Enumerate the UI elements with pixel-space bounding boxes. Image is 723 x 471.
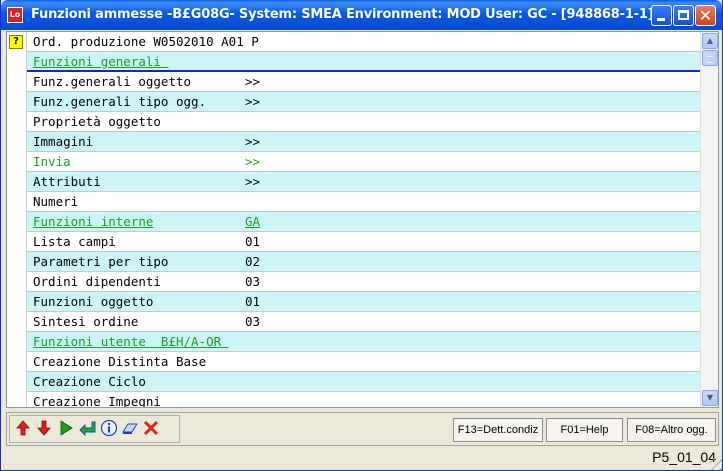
eraser-button[interactable] <box>120 419 140 439</box>
row-gutter: ? <box>7 32 27 407</box>
f01-help-button[interactable]: F01=Help <box>546 418 623 442</box>
list-item-code: GA <box>245 214 261 229</box>
list-item-label: Creazione Impegni <box>33 394 161 408</box>
list-item-label: Creazione Ciclo <box>33 374 146 389</box>
info-button[interactable] <box>99 419 119 439</box>
list-item-label: Ordini dipendenti <box>33 274 161 289</box>
list-item-label: Funzioni interne <box>33 214 154 229</box>
list-item-label: Attributi <box>33 174 101 189</box>
maximize-icon <box>678 10 689 20</box>
list-item-section-funzioni-interne[interactable]: Funzioni interne GA <box>27 212 700 232</box>
list-item-code: >> <box>245 74 261 89</box>
list-item[interactable]: Immagini >> <box>27 132 700 152</box>
title-bar[interactable]: Lo Funzioni ammesse -B£G08G- System: SME… <box>1 0 722 30</box>
list-item-label: Proprietà oggetto <box>33 114 161 129</box>
list-item-label: Numeri <box>33 194 79 209</box>
return-arrow-icon <box>79 421 96 437</box>
scroll-down-arrow-icon[interactable]: ▼ <box>702 390 718 406</box>
list-item-code: 01 <box>245 234 261 249</box>
list-item[interactable]: Sintesi ordine 03 <box>27 312 700 332</box>
list-item-section-funzioni-utente[interactable]: Funzioni utente B£H/A-OR <box>27 332 700 352</box>
list-item[interactable]: Lista campi 01 <box>27 232 700 252</box>
f08-altro-ogg-button[interactable]: F08=Altro ogg. <box>627 418 716 442</box>
list-item-code: >> <box>245 174 261 189</box>
list-item-label: Parametri per tipo <box>33 254 169 269</box>
list-item-label: Sintesi ordine <box>33 314 139 329</box>
list-item-label: Funz.generali oggetto <box>33 74 192 89</box>
list-item-label: Funzioni generali <box>33 54 169 69</box>
list-rows: Ord. produzione W0502010 A01 P Funzioni … <box>27 32 700 408</box>
minimize-button[interactable] <box>651 5 672 26</box>
status-code: P5_01_04 <box>652 449 716 465</box>
arrow-up-red-button[interactable] <box>13 419 33 439</box>
minimize-icon <box>657 18 665 21</box>
scroll-up-arrow-icon[interactable]: ▲ <box>702 33 718 49</box>
play-button[interactable] <box>56 419 76 439</box>
f13-dett-condiz-button[interactable]: F13=Dett.condiz <box>453 418 543 442</box>
resize-grip-icon[interactable] <box>710 458 722 470</box>
bottom-toolbar: F13=Dett.condiz F01=Help F08=Altro ogg. <box>6 412 719 446</box>
eraser-icon <box>122 423 138 434</box>
list-item-label: Creazione Distinta Base <box>33 354 207 369</box>
red-x-icon <box>143 420 159 436</box>
list-item-label: Funz.generali tipo ogg. <box>33 94 207 109</box>
help-question-icon[interactable]: ? <box>9 35 23 49</box>
list-item-label: Invia <box>33 154 71 169</box>
list-item[interactable]: Funzioni oggetto 01 <box>27 292 700 312</box>
scrollbar-thumb[interactable] <box>702 50 718 66</box>
list-item-label: Lista campi <box>33 234 116 249</box>
list-item[interactable]: Invia >> <box>27 152 700 172</box>
list-item[interactable]: Creazione Ciclo <box>27 372 700 392</box>
list-item[interactable]: Ordini dipendenti 03 <box>27 272 700 292</box>
close-button[interactable]: ✕ <box>695 5 716 26</box>
play-icon <box>60 420 73 436</box>
arrow-down-red-button[interactable] <box>34 419 54 439</box>
status-bar: P5_01_04 <box>1 447 722 470</box>
application-window: Lo Funzioni ammesse -B£G08G- System: SME… <box>0 0 723 471</box>
arrow-up-icon <box>16 420 30 436</box>
maximize-button[interactable] <box>673 5 694 26</box>
header-text: Ord. produzione W0502010 A01 P <box>33 34 259 49</box>
list-item[interactable]: Attributi >> <box>27 172 700 192</box>
list-item-section-funzioni-generali[interactable]: Funzioni generali <box>27 52 700 72</box>
list-item[interactable]: Creazione Impegni <box>27 392 700 408</box>
list-item[interactable]: Funz.generali tipo ogg. >> <box>27 92 700 112</box>
list-item-label: Immagini <box>33 134 94 149</box>
list-item-code: 01 <box>245 294 261 309</box>
info-icon <box>100 419 118 437</box>
list-item-code: 03 <box>245 314 261 329</box>
list-item-label: Funzioni utente B£H/A-OR <box>33 334 229 349</box>
list-item[interactable]: Numeri <box>27 192 700 212</box>
list-item-code: >> <box>245 94 261 109</box>
list-item[interactable]: Creazione Distinta Base <box>27 352 700 372</box>
list-header: Ord. produzione W0502010 A01 P <box>27 32 700 52</box>
close-icon: ✕ <box>698 6 713 25</box>
function-list[interactable]: ? Ord. produzione W0502010 A01 P Funzion… <box>6 31 719 408</box>
cancel-button[interactable] <box>141 419 161 439</box>
list-item[interactable]: Parametri per tipo 02 <box>27 252 700 272</box>
return-arrow-button[interactable] <box>77 419 97 439</box>
arrow-down-icon <box>37 420 51 436</box>
list-item[interactable]: Funz.generali oggetto >> <box>27 72 700 92</box>
list-item-code: >> <box>245 134 261 149</box>
vertical-scrollbar[interactable]: ▲ ▼ <box>700 32 718 407</box>
window-title: Funzioni ammesse -B£G08G- System: SMEA E… <box>31 7 654 22</box>
list-item[interactable]: Proprietà oggetto <box>27 112 700 132</box>
list-item-code: >> <box>245 154 261 169</box>
list-item-code: 02 <box>245 254 261 269</box>
list-item-label: Funzioni oggetto <box>33 294 154 309</box>
app-icon[interactable]: Lo <box>7 7 23 23</box>
tool-button-group <box>9 415 180 443</box>
list-item-code: 03 <box>245 274 261 289</box>
